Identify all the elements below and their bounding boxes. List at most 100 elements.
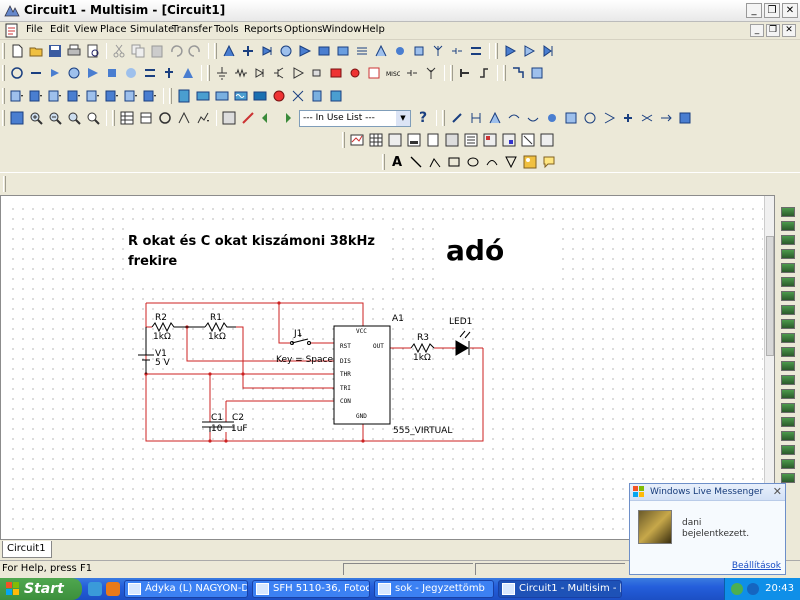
- ladder-relay-icon[interactable]: [505, 109, 523, 127]
- print-preview-icon[interactable]: [84, 42, 102, 60]
- side-agilent-generator-icon[interactable]: [781, 403, 795, 413]
- show-grid-icon[interactable]: [367, 131, 385, 149]
- bom-report-icon[interactable]: [220, 109, 238, 127]
- place-antenna-icon[interactable]: [422, 64, 440, 82]
- component-misc-digital-icon[interactable]: [353, 42, 371, 60]
- menu-help[interactable]: Help: [362, 24, 385, 35]
- ellipse-tool-icon[interactable]: [464, 153, 482, 171]
- place-ground-icon[interactable]: [213, 64, 231, 82]
- instrument-multimeter-icon[interactable]: [175, 87, 193, 105]
- netlist-icon[interactable]: [443, 131, 461, 149]
- paste-icon[interactable]: [148, 42, 166, 60]
- side-network-analyzer-icon[interactable]: [781, 389, 795, 399]
- undo-icon[interactable]: [167, 42, 185, 60]
- instrument-bode-icon[interactable]: [270, 87, 288, 105]
- component-menu-misc-icon[interactable]: [141, 87, 159, 105]
- side-tektronix-scope-icon[interactable]: [781, 445, 795, 455]
- menu-file[interactable]: File: [26, 24, 43, 35]
- menu-simulate[interactable]: Simulate: [130, 24, 174, 35]
- grapher-icon[interactable]: [194, 109, 212, 127]
- task-button-1[interactable]: Ádyka (L) NAGYON-D...: [124, 580, 248, 598]
- side-wattmeter-icon[interactable]: [781, 235, 795, 245]
- component-menu-analog-icon[interactable]: [84, 87, 102, 105]
- component-menu-cmos-icon[interactable]: [122, 87, 140, 105]
- place-indicator-icon[interactable]: [346, 64, 364, 82]
- minimize-button[interactable]: _: [746, 3, 762, 18]
- quicklaunch-media-icon[interactable]: [106, 582, 120, 596]
- task-button-4[interactable]: Circuit1 - Multisim - [C...: [498, 580, 622, 598]
- ladder-coil-icon[interactable]: [543, 109, 561, 127]
- ladder-move-icon[interactable]: [657, 109, 675, 127]
- redo-icon[interactable]: [186, 42, 204, 60]
- side-bode-plotter-icon[interactable]: [781, 277, 795, 287]
- place-bus-icon[interactable]: [456, 64, 474, 82]
- tab-circuit1[interactable]: Circuit1: [2, 541, 52, 558]
- virtual-diode-icon[interactable]: [46, 64, 64, 82]
- run-simulation-icon[interactable]: [501, 42, 519, 60]
- back-annotate-icon[interactable]: [258, 109, 276, 127]
- grapher-view-icon[interactable]: [348, 131, 366, 149]
- toast-options-link[interactable]: Beállítások: [732, 561, 781, 571]
- instrument-4ch-scope-icon[interactable]: [251, 87, 269, 105]
- ladder-contact-icon[interactable]: [524, 109, 542, 127]
- export-icon[interactable]: [481, 131, 499, 149]
- menu-place[interactable]: Place: [100, 24, 127, 35]
- zoom-out-icon[interactable]: [46, 109, 64, 127]
- place-cmos-icon[interactable]: [327, 64, 345, 82]
- side-oscilloscope-icon[interactable]: [781, 249, 795, 259]
- polygon-tool-icon[interactable]: [502, 153, 520, 171]
- maximize-button[interactable]: ❐: [764, 3, 780, 18]
- side-measurement-probe-icon[interactable]: [781, 459, 795, 469]
- menu-window[interactable]: Window: [322, 24, 361, 35]
- menu-view[interactable]: View: [74, 24, 98, 35]
- open-folder-icon[interactable]: [27, 42, 45, 60]
- side-distortion-analyzer-icon[interactable]: [781, 361, 795, 371]
- description-icon[interactable]: [424, 131, 442, 149]
- document-icon[interactable]: [4, 23, 20, 38]
- pause-simulation-icon[interactable]: [520, 42, 538, 60]
- forward-annotate-icon[interactable]: [277, 109, 295, 127]
- virtual-3d-icon[interactable]: [141, 64, 159, 82]
- line-tool-icon[interactable]: [407, 153, 425, 171]
- new-file-icon[interactable]: [8, 42, 26, 60]
- text-tool-icon[interactable]: A: [388, 153, 406, 171]
- menu-edit[interactable]: Edit: [50, 24, 69, 35]
- comment-tool-icon[interactable]: [540, 153, 558, 171]
- mdi-restore-button[interactable]: ❐: [766, 24, 780, 37]
- place-opamp-icon[interactable]: [289, 64, 307, 82]
- virtual-transistor-icon[interactable]: [65, 64, 83, 82]
- print-circuit-icon[interactable]: [538, 131, 556, 149]
- rectangle-tool-icon[interactable]: [445, 153, 463, 171]
- ladder-end-icon[interactable]: [676, 109, 694, 127]
- cut-icon[interactable]: [110, 42, 128, 60]
- spreadsheet-icon[interactable]: [118, 109, 136, 127]
- tray-messenger-icon[interactable]: [731, 583, 743, 595]
- component-analog-icon[interactable]: [296, 42, 314, 60]
- side-multimeter-icon[interactable]: [781, 207, 795, 217]
- electrical-rules-icon[interactable]: [239, 109, 257, 127]
- menu-tools[interactable]: Tools: [214, 24, 239, 35]
- side-logic-converter-icon[interactable]: [781, 333, 795, 343]
- ladder-math-icon[interactable]: [619, 109, 637, 127]
- side-frequency-counter-icon[interactable]: [781, 291, 795, 301]
- ladder-timer-icon[interactable]: [581, 109, 599, 127]
- side-word-generator-icon[interactable]: [781, 305, 795, 315]
- simulate-analysis-icon[interactable]: [519, 131, 537, 149]
- component-menu-transistor-icon[interactable]: [65, 87, 83, 105]
- virtual-power-icon[interactable]: [160, 64, 178, 82]
- step-simulation-icon[interactable]: [539, 42, 557, 60]
- ladder-rung-icon[interactable]: [467, 109, 485, 127]
- spice-icon[interactable]: [462, 131, 480, 149]
- polyline-tool-icon[interactable]: [426, 153, 444, 171]
- component-wizard-icon[interactable]: [156, 109, 174, 127]
- component-menu-source-icon[interactable]: [8, 87, 26, 105]
- zoom-fit-icon[interactable]: [84, 109, 102, 127]
- ladder-compare-icon[interactable]: [638, 109, 656, 127]
- text-note-transmitter[interactable]: adó: [440, 225, 558, 280]
- show-title-icon[interactable]: [405, 131, 423, 149]
- virtual-misc-icon[interactable]: [103, 64, 121, 82]
- side-4ch-oscilloscope-icon[interactable]: [781, 263, 795, 273]
- place-misc-icon[interactable]: [365, 64, 383, 82]
- subcircuit-icon[interactable]: [528, 64, 546, 82]
- component-rf-icon[interactable]: [429, 42, 447, 60]
